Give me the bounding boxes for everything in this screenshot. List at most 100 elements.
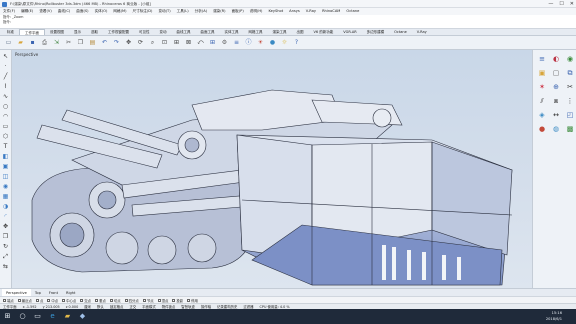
view-tab-top[interactable]: Top bbox=[31, 289, 45, 296]
fillet-icon[interactable]: ◜ bbox=[1, 212, 10, 221]
rectangle-icon[interactable]: ▭ bbox=[1, 122, 10, 131]
help-icon[interactable]: ? bbox=[291, 37, 302, 48]
dimension-icon[interactable]: ↔ bbox=[550, 109, 562, 121]
menu-render[interactable]: 渲染(R) bbox=[213, 8, 226, 15]
array-icon[interactable]: ⋮ bbox=[564, 95, 576, 107]
curve-icon[interactable]: ∿ bbox=[1, 92, 10, 101]
tab-octane[interactable]: Octane bbox=[389, 29, 412, 35]
explode-icon[interactable]: ✶ bbox=[536, 81, 548, 93]
tab-set-view[interactable]: 设置视图 bbox=[45, 29, 69, 35]
osnap-tan[interactable]: 切点 bbox=[109, 298, 121, 303]
checkbox[interactable] bbox=[95, 298, 99, 302]
cut-icon[interactable]: ✂ bbox=[63, 37, 74, 48]
menu-vray[interactable]: V-Ray bbox=[306, 8, 316, 15]
mirror-icon[interactable]: ⇆ bbox=[1, 262, 10, 271]
copy-icon[interactable]: ❐ bbox=[75, 37, 86, 48]
menu-view[interactable]: 查看(V) bbox=[39, 8, 51, 15]
start-icon[interactable]: ⊞ bbox=[3, 312, 12, 321]
import-icon[interactable]: ⇲ bbox=[51, 37, 62, 48]
zoom-extents-icon[interactable]: ⊞ bbox=[171, 37, 182, 48]
offset-icon[interactable]: ⧈ bbox=[550, 95, 562, 107]
osnap-disable[interactable]: 停用 bbox=[187, 298, 198, 303]
osnap-center[interactable]: 中心点 bbox=[62, 298, 76, 303]
tab-render-tools[interactable]: 渲染工具 bbox=[268, 29, 292, 35]
light-icon[interactable]: ☼ bbox=[279, 37, 290, 48]
join-icon[interactable]: ⊕ bbox=[550, 81, 562, 93]
osnap-near[interactable]: 最近点 bbox=[17, 298, 32, 303]
tab-subd[interactable]: 多边形建模 bbox=[362, 29, 390, 35]
checkbox[interactable] bbox=[3, 298, 6, 302]
osnap-int[interactable]: 交点 bbox=[80, 298, 91, 303]
command-area[interactable]: 指令: _Zoom 指令: bbox=[0, 15, 576, 29]
properties-icon[interactable]: ⓘ bbox=[243, 37, 254, 48]
folder-icon[interactable]: ▰ bbox=[63, 312, 72, 321]
tab-visibility[interactable]: 可见性 bbox=[134, 29, 155, 35]
point-icon[interactable]: · bbox=[1, 62, 10, 71]
menu-octane[interactable]: Octane bbox=[346, 8, 359, 15]
checkbox[interactable] bbox=[80, 298, 84, 302]
boolean-icon[interactable]: ◑ bbox=[1, 202, 10, 211]
tab-mesh-tools[interactable]: 网格工具 bbox=[244, 29, 268, 35]
tab-display[interactable]: 显示 bbox=[69, 29, 86, 35]
menu-help[interactable]: 说明(H) bbox=[250, 8, 263, 15]
four-views-icon[interactable]: ⊞ bbox=[207, 37, 218, 48]
options-icon[interactable]: ⚙ bbox=[219, 37, 230, 48]
line-icon[interactable]: ╱ bbox=[1, 72, 10, 81]
polygon-icon[interactable]: ⬡ bbox=[1, 132, 10, 141]
redo-icon[interactable]: ↷ bbox=[111, 37, 122, 48]
snapshot-icon[interactable]: ◰ bbox=[564, 109, 576, 121]
tab-new-in-v6[interactable]: V6 的新功能 bbox=[309, 29, 339, 35]
move-icon[interactable]: ✥ bbox=[1, 222, 10, 231]
checkbox[interactable] bbox=[124, 298, 128, 302]
menu-keyshot[interactable]: KeyShot bbox=[268, 8, 283, 15]
hide-icon[interactable]: ◐ bbox=[550, 53, 562, 65]
osnap-knot[interactable]: 节点 bbox=[142, 298, 154, 303]
minimize-button[interactable]: — bbox=[548, 0, 553, 8]
tab-standard[interactable]: 标准 bbox=[2, 29, 19, 35]
menu-dimension[interactable]: 尺寸标注(D) bbox=[133, 8, 153, 15]
tab-cplanes[interactable]: 工作平面 bbox=[19, 29, 45, 35]
view-tab-perspective[interactable]: Perspective bbox=[2, 289, 31, 296]
group-icon[interactable]: ⧉ bbox=[564, 67, 576, 79]
close-button[interactable]: ✕ bbox=[570, 0, 574, 8]
menu-rhinocam[interactable]: RhinoCAM bbox=[322, 8, 340, 15]
maximize-button[interactable]: ☐ bbox=[559, 0, 563, 8]
arc-icon[interactable]: ◠ bbox=[1, 112, 10, 121]
osnap-mid[interactable]: 中点 bbox=[47, 298, 58, 303]
menu-tools[interactable]: 工具(L) bbox=[177, 8, 189, 15]
command-prompt[interactable]: 指令: bbox=[0, 20, 576, 25]
extrude-icon[interactable]: ▣ bbox=[1, 162, 10, 171]
osnap-project[interactable]: 投影 bbox=[172, 298, 183, 303]
tab-transform[interactable]: 变动 bbox=[155, 29, 172, 35]
view-tab-front[interactable]: Front bbox=[45, 289, 62, 296]
polyline-icon[interactable]: ⌇ bbox=[1, 82, 10, 91]
layers-icon[interactable]: ≡ bbox=[231, 37, 242, 48]
view-tab-right[interactable]: Right bbox=[62, 289, 79, 296]
checkbox[interactable] bbox=[142, 298, 146, 302]
tab-drafting[interactable]: 出图 bbox=[292, 29, 309, 35]
new-file-icon[interactable]: ▭ bbox=[3, 37, 14, 48]
zoom-icon[interactable]: ⌕ bbox=[147, 37, 158, 48]
zoom-selected-icon[interactable]: ⊠ bbox=[183, 37, 194, 48]
show-icon[interactable]: ◉ bbox=[564, 53, 576, 65]
checkbox[interactable] bbox=[172, 298, 176, 302]
zoom-window-icon[interactable]: ⊡ bbox=[159, 37, 170, 48]
material-ball-icon[interactable]: ● bbox=[536, 123, 548, 135]
menu-edit[interactable]: 编辑(E) bbox=[21, 8, 33, 15]
pan-icon[interactable]: ✥ bbox=[123, 37, 134, 48]
rotate-icon[interactable]: ↻ bbox=[1, 242, 10, 251]
lock-icon[interactable]: ▣ bbox=[536, 67, 548, 79]
browser-icon[interactable]: e bbox=[48, 312, 57, 321]
checkbox[interactable] bbox=[109, 298, 113, 302]
checkbox[interactable] bbox=[157, 298, 161, 302]
tab-viewport-layout[interactable]: 工作视窗配置 bbox=[103, 29, 134, 35]
text-icon[interactable]: T bbox=[1, 142, 10, 151]
checkbox[interactable] bbox=[35, 298, 39, 302]
tab-surface-tools[interactable]: 曲面工具 bbox=[196, 29, 220, 35]
environment-icon[interactable]: ◍ bbox=[550, 123, 562, 135]
layer-panel-icon[interactable]: ≡ bbox=[536, 53, 548, 65]
trim-icon[interactable]: ✂ bbox=[564, 81, 576, 93]
undo-view-icon[interactable]: ⤺ bbox=[195, 37, 206, 48]
tab-select[interactable]: 选取 bbox=[86, 29, 103, 35]
box-icon[interactable]: ◫ bbox=[1, 172, 10, 181]
